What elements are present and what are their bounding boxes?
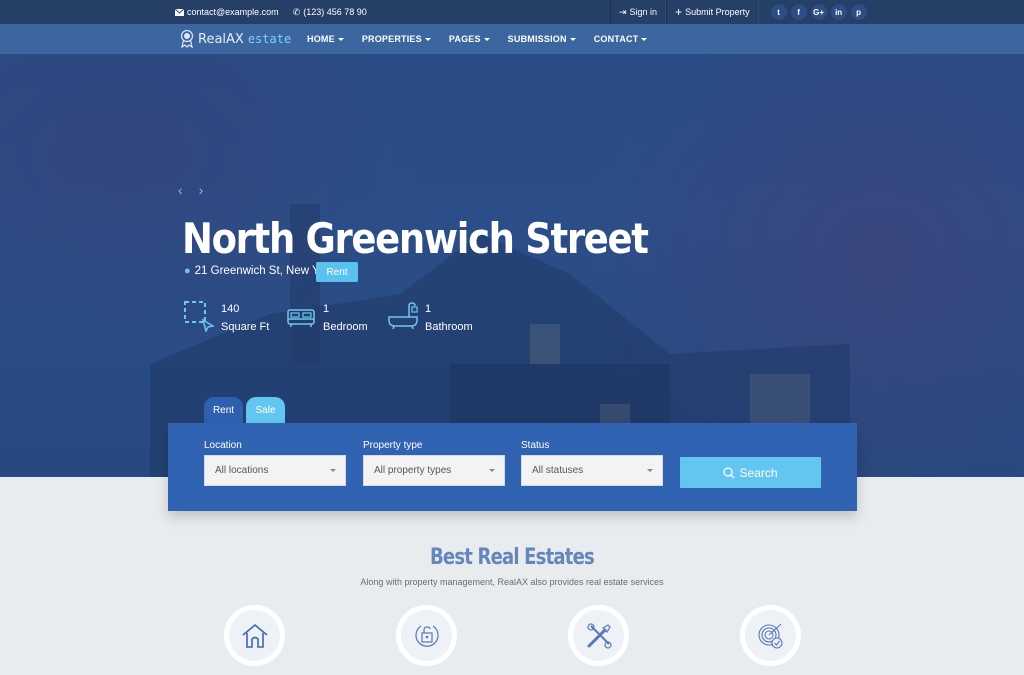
menu-pages[interactable]: PAGES xyxy=(449,34,490,44)
menu-properties[interactable]: PROPERTIES xyxy=(362,34,431,44)
phone-icon: ✆ xyxy=(292,6,301,17)
hero-slider: ‹ › North Greenwich Street ● 21 Greenwic… xyxy=(0,54,1024,477)
facebook-icon[interactable]: f xyxy=(790,4,807,20)
menu-contact[interactable]: CONTACT xyxy=(594,34,648,44)
service-home[interactable] xyxy=(224,605,285,666)
service-unlock[interactable] xyxy=(396,605,457,666)
unlock-icon xyxy=(414,624,439,647)
top-bar: contact@example.com ✆ (123) 456 78 90 ⇥ … xyxy=(0,0,1024,24)
envelope-icon xyxy=(175,8,184,16)
submit-property-link[interactable]: + Submit Property xyxy=(666,0,759,24)
search-panel: Location All locations Property type All… xyxy=(168,423,857,511)
status-field: Status All statuses xyxy=(521,440,663,486)
feature-area: 140 Square Ft xyxy=(183,300,285,336)
location-select[interactable]: All locations xyxy=(204,455,346,486)
brand-logo[interactable]: RealAX estate xyxy=(180,24,291,54)
linkedin-icon[interactable]: in xyxy=(830,4,847,20)
area-select-icon xyxy=(184,301,215,332)
home-icon xyxy=(241,623,268,648)
location-field: Location All locations xyxy=(204,440,346,486)
google-plus-icon[interactable]: G+ xyxy=(810,4,827,20)
social-links: t f G+ in p xyxy=(770,4,867,20)
property-type-select[interactable]: All property types xyxy=(363,455,505,486)
status-badge: Rent xyxy=(316,262,358,282)
feature-bathroom: 1 Bathroom xyxy=(387,300,489,336)
sign-in-link[interactable]: ⇥ Sign in xyxy=(610,0,667,24)
service-target[interactable] xyxy=(740,605,801,666)
caret-down-icon xyxy=(424,37,431,41)
main-menu: HOME PROPERTIES PAGES SUBMISSION CONTACT xyxy=(307,24,648,54)
section-subtitle: Along with property management, RealAX a… xyxy=(360,577,664,587)
property-type-field: Property type All property types xyxy=(363,440,505,486)
caret-down-icon xyxy=(330,469,336,472)
twitter-icon[interactable]: t xyxy=(770,4,787,20)
search-button[interactable]: Search xyxy=(680,457,821,488)
caret-down-icon xyxy=(489,469,495,472)
status-select[interactable]: All statuses xyxy=(521,455,663,486)
sign-in-icon: ⇥ xyxy=(619,6,627,17)
bed-icon xyxy=(287,309,315,327)
search-icon xyxy=(723,466,735,478)
slider-arrows: ‹ › xyxy=(178,182,203,198)
tools-icon xyxy=(586,622,612,649)
property-title: North Greenwich Street xyxy=(182,214,649,263)
caret-down-icon xyxy=(337,37,344,41)
caret-down-icon xyxy=(641,37,648,41)
menu-submission[interactable]: SUBMISSION xyxy=(508,34,576,44)
brand-suffix: estate xyxy=(247,32,292,46)
plus-icon: + xyxy=(675,5,683,19)
main-navbar: RealAX estate HOME PROPERTIES PAGES SUBM… xyxy=(0,24,1024,54)
award-badge-icon xyxy=(180,30,194,48)
brand-name: RealAX xyxy=(198,31,244,47)
caret-down-icon xyxy=(647,469,653,472)
bathtub-icon xyxy=(388,302,418,330)
caret-down-icon xyxy=(483,37,490,41)
contact-phone[interactable]: ✆ (123) 456 78 90 xyxy=(293,7,367,18)
property-address: ● 21 Greenwich St, New York xyxy=(184,265,335,277)
map-pin-icon: ● xyxy=(184,265,191,277)
chevron-right-icon[interactable]: › xyxy=(199,182,204,198)
service-tools[interactable] xyxy=(568,605,629,666)
contact-email[interactable]: contact@example.com xyxy=(175,7,279,17)
tab-sale[interactable]: Sale xyxy=(246,397,285,424)
search-tabs: Rent Sale xyxy=(204,397,285,424)
menu-home[interactable]: HOME xyxy=(307,34,344,44)
tab-rent[interactable]: Rent xyxy=(204,397,243,424)
property-features: 140 Square Ft 1 Bedroom 1 Bathroom xyxy=(183,300,489,336)
feature-bedroom: 1 Bedroom xyxy=(285,300,387,336)
target-icon xyxy=(757,623,783,649)
pinterest-icon[interactable]: p xyxy=(850,4,867,20)
chevron-left-icon[interactable]: ‹ xyxy=(178,182,183,198)
section-title: Best Real Estates xyxy=(430,545,595,570)
caret-down-icon xyxy=(569,37,576,41)
